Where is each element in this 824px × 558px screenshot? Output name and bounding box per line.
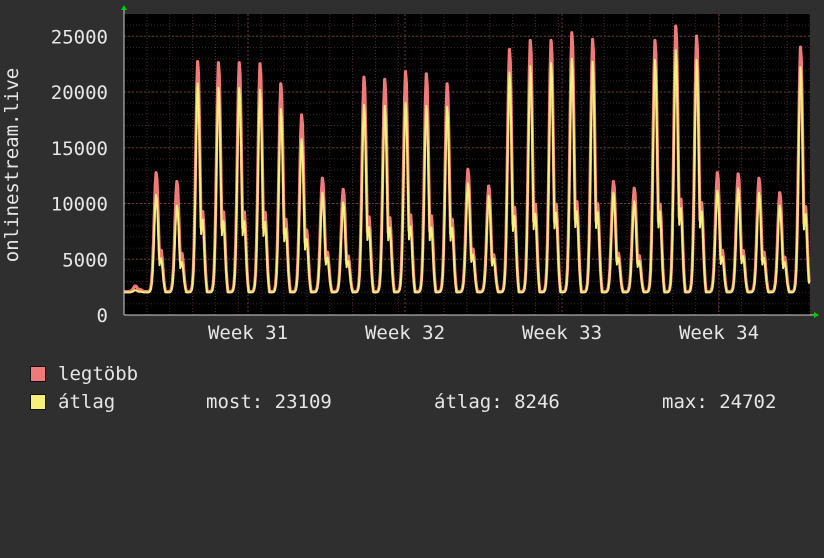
legend-label-max: legtöbb bbox=[58, 363, 139, 385]
stat-average: átlag: 8246 bbox=[434, 391, 560, 413]
y-tick-label: 10000 bbox=[51, 194, 108, 216]
y-tick-label: 5000 bbox=[62, 249, 108, 271]
x-axis-arrow bbox=[814, 312, 819, 318]
legend-label-avg: átlag bbox=[58, 391, 116, 413]
x-tick-label: Week 32 bbox=[365, 322, 445, 344]
legend-swatch-max bbox=[30, 366, 46, 382]
x-tick-labels: Week 31 Week 32 Week 33 Week 34 bbox=[208, 322, 759, 344]
y-axis-label: onlinestream.live bbox=[1, 68, 23, 262]
y-tick-label: 25000 bbox=[51, 26, 108, 48]
y-tick-labels: 0 5000 10000 15000 20000 25000 bbox=[51, 26, 108, 327]
y-tick-label: 20000 bbox=[51, 82, 108, 104]
y-tick-label: 15000 bbox=[51, 138, 108, 160]
x-tick-label: Week 34 bbox=[679, 322, 759, 344]
y-tick-label: 0 bbox=[97, 305, 108, 327]
stat-max: max: 24702 bbox=[662, 391, 777, 413]
x-tick-label: Week 33 bbox=[522, 322, 602, 344]
legend-item-avg: átlag most: 23109 átlag: 8246 max: 24702 bbox=[30, 390, 810, 414]
y-axis-arrow bbox=[121, 5, 127, 10]
legend: legtöbb átlag most: 23109 átlag: 8246 ma… bbox=[30, 362, 810, 422]
x-tick-label: Week 31 bbox=[208, 322, 288, 344]
stat-current: most: 23109 bbox=[206, 391, 332, 413]
legend-item-max: legtöbb bbox=[30, 362, 138, 386]
legend-swatch-avg bbox=[30, 394, 46, 410]
